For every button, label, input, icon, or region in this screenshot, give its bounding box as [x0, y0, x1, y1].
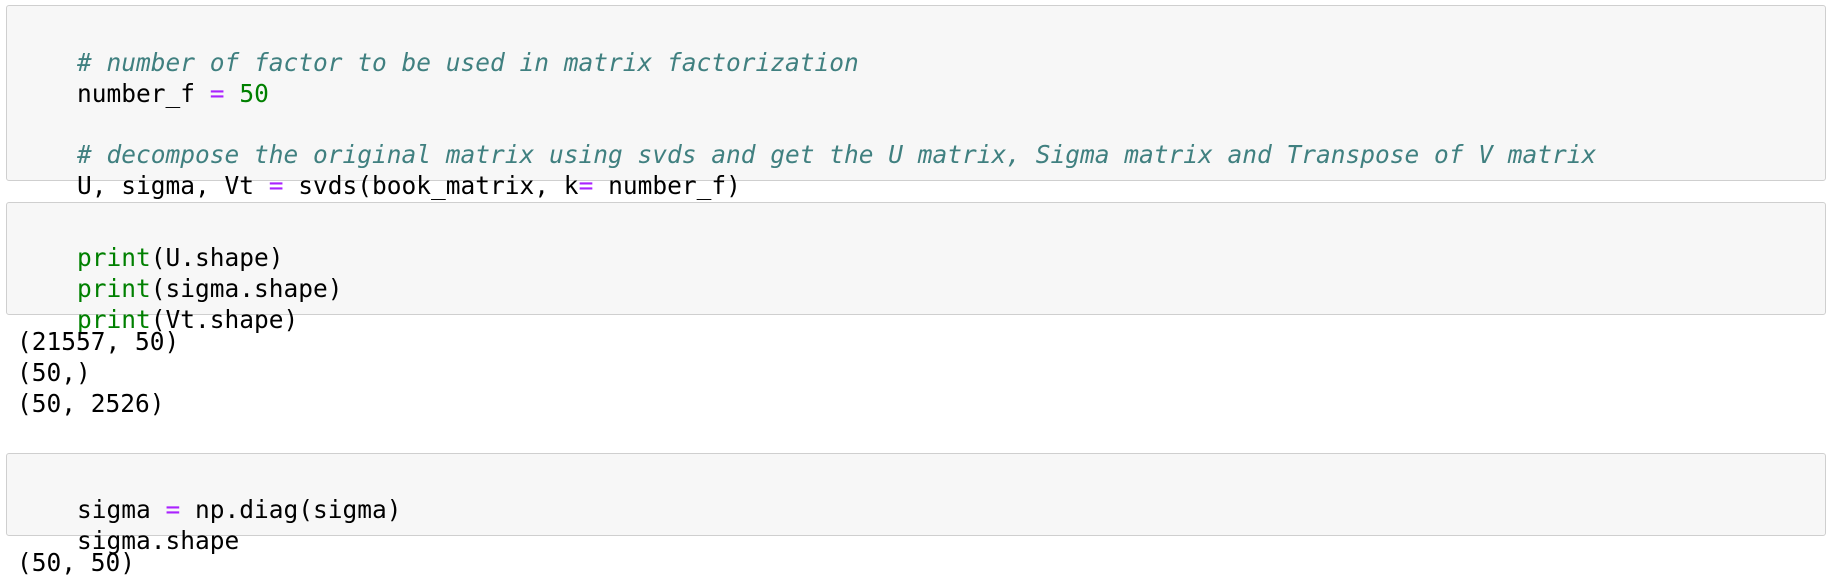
code-cell-2[interactable]: print(U.shape) print(sigma.shape) print(… [6, 202, 1826, 334]
code-operator: = [209, 79, 225, 108]
code-line: U, sigma, Vt = svds(book_matrix, k= numb… [18, 139, 741, 200]
code-line: print(Vt.shape) [18, 273, 298, 334]
code-token: number_f [77, 79, 210, 108]
output-line: (21557, 50) [17, 327, 180, 356]
code-line: # decompose the original matrix using sv… [18, 108, 1596, 169]
code-token: number_f) [593, 171, 741, 200]
code-cell-3[interactable]: sigma = np.diag(sigma) sigma.shape [6, 453, 1826, 555]
code-line: print(sigma.shape) [18, 242, 343, 303]
output-line: (50, 50) [17, 548, 136, 577]
output-area-2: (21557, 50) (50,) (50, 2526) [6, 326, 1826, 422]
code-token: U, sigma, Vt [77, 171, 269, 200]
output-line: (50, 2526) [17, 389, 165, 418]
code-line: number_f = 50 [18, 47, 269, 108]
code-operator: = [578, 171, 594, 200]
output-area-3: (50, 50) [6, 547, 1826, 579]
code-operator: = [268, 171, 284, 200]
code-line: # number of factor to be used in matrix … [18, 16, 859, 77]
output-line: (50,) [17, 358, 91, 387]
code-line: print(U.shape) [18, 211, 284, 272]
code-line: sigma.shape [18, 494, 239, 555]
code-token: svds(book_matrix, k [283, 171, 579, 200]
code-cell-1[interactable]: # number of factor to be used in matrix … [6, 5, 1826, 200]
code-line: sigma = np.diag(sigma) [18, 463, 402, 524]
code-number: 50 [239, 79, 269, 108]
